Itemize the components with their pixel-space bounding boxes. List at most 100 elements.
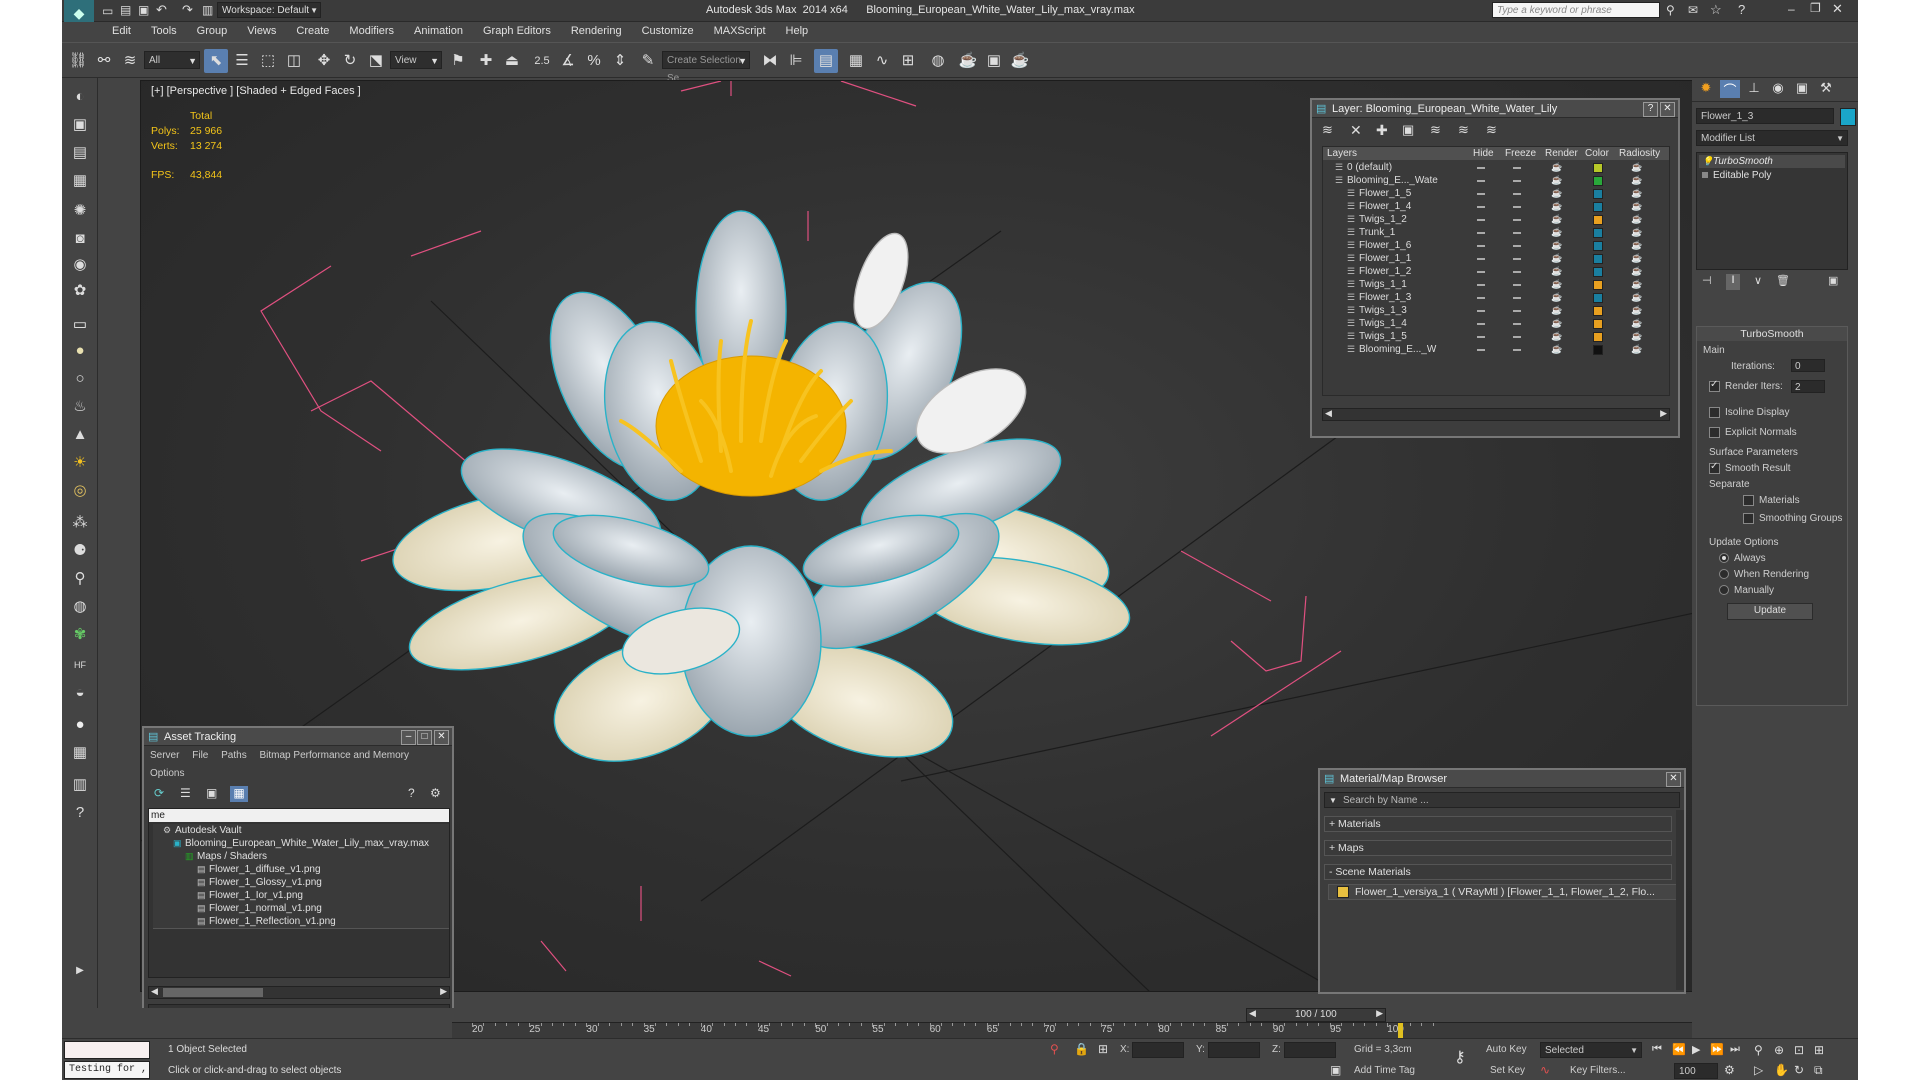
radiosity-icon[interactable]: ☕ [1631,278,1642,291]
layer-color-swatch[interactable] [1593,306,1603,316]
maximize-viewport-icon[interactable]: ⧉ [1814,1063,1823,1078]
go-to-start-icon[interactable]: ⏮ [1652,1043,1662,1056]
modifier-list-dropdown[interactable]: Modifier List ▼ [1696,130,1848,146]
cone-icon[interactable]: ▲ [68,424,92,446]
window-crossing-icon[interactable]: ◫ [282,49,306,73]
help-button[interactable]: ? [1643,102,1658,117]
layer-color-swatch[interactable] [1593,163,1603,173]
render-toggle-icon[interactable]: ☕ [1551,330,1562,343]
layer-color-swatch[interactable] [1593,267,1603,277]
hierarchy-tab-icon[interactable]: ⊥ [1744,80,1764,98]
materials-checkbox[interactable] [1743,495,1754,506]
layer-row[interactable]: ☰ Trunk_1 ☕ ☕ [1323,226,1663,239]
redo-icon[interactable]: ↷ [182,2,193,18]
radiosity-icon[interactable]: ☕ [1631,161,1642,174]
time-config-icon[interactable]: ⚙ [1724,1063,1735,1077]
radiosity-icon[interactable]: ☕ [1631,213,1642,226]
layer-color-swatch[interactable] [1593,332,1603,342]
delete-layer-icon[interactable]: ✕ [1350,122,1362,139]
binoculars-icon[interactable]: ⚲ [1666,3,1675,17]
asset-row[interactable]: ▣ Blooming_European_White_Water_Lily_max_… [153,837,449,851]
hide-toggle[interactable] [1477,258,1485,260]
freeze-toggle[interactable] [1513,245,1521,247]
freeze-toggle[interactable] [1513,310,1521,312]
reference-coordinate-dropdown[interactable]: View ▼ [390,51,442,69]
scene-material-item[interactable]: Flower_1_versiya_1 ( VRayMtl ) [Flower_1… [1328,884,1678,900]
hair-fur-icon[interactable]: HF [68,654,92,676]
col-color[interactable]: Color [1585,147,1609,160]
sphere-icon[interactable]: ● [68,340,92,362]
edit-named-selection-icon[interactable]: ✎ [636,49,660,73]
quick-access-project-icon[interactable]: ▥ [202,3,213,17]
time-slider[interactable]: ◀ 100 / 100 ▶ [1246,1008,1386,1022]
table-view-icon[interactable]: ▦ [230,786,248,802]
help-icon[interactable]: ? [1738,2,1745,17]
time-next-icon[interactable]: ▶ [1376,1008,1383,1019]
asset-menu-bitmap[interactable]: Bitmap Performance and Memory [260,750,410,761]
select-object-icon[interactable]: ⬉ [204,49,228,73]
key-mode-dropdown[interactable]: Selected ▼ [1540,1042,1642,1058]
make-unique-icon[interactable]: ∨ [1754,274,1762,287]
orbit-icon[interactable]: ↻ [1794,1063,1804,1077]
layer-row[interactable]: ☰ Flower_1_2 ☕ ☕ [1323,265,1663,278]
object-color-swatch[interactable] [1840,108,1856,126]
maps-section[interactable]: + Maps [1324,840,1672,856]
layer-color-swatch[interactable] [1593,176,1603,186]
expand-box-icon[interactable] [1702,172,1708,178]
zoom-extents-all-icon[interactable]: ⊞ [1814,1043,1824,1057]
quick-access-open-icon[interactable]: ▤ [120,3,131,17]
hide-toggle[interactable] [1477,206,1485,208]
current-frame-field[interactable]: 100 [1674,1063,1718,1079]
render-production-icon[interactable]: ☕ [1008,49,1032,73]
render-toggle-icon[interactable]: ☕ [1551,291,1562,304]
add-time-tag[interactable]: Add Time Tag [1354,1065,1415,1076]
utilities-tab-icon[interactable]: ⚒ [1816,80,1836,98]
layer-color-swatch[interactable] [1593,241,1603,251]
explicit-normals-checkbox[interactable] [1709,427,1720,438]
dynamics-icon[interactable]: ⚈ [68,540,92,562]
freeze-toggle[interactable] [1513,323,1521,325]
render-toggle-icon[interactable]: ☕ [1551,252,1562,265]
spinner-snap-icon[interactable]: ⇕ [608,49,632,73]
radiosity-icon[interactable]: ☕ [1631,304,1642,317]
scroll-left-icon[interactable]: ◀ [151,986,158,997]
hide-toggle[interactable] [1477,271,1485,273]
menu-rendering[interactable]: Rendering [561,22,632,37]
workspace-dropdown[interactable]: Workspace: Default ▼ [217,2,321,18]
align-icon[interactable]: ⊫ [784,49,808,73]
freeze-toggle[interactable] [1513,271,1521,273]
render-iters-spinner[interactable]: 2 [1791,380,1825,393]
space-warp-icon[interactable]: ⁂ [68,512,92,534]
asset-row[interactable]: ▤ Flower_1_normal_v1.png [153,902,449,916]
bone-icon[interactable]: ⚲ [68,568,92,590]
teapot-icon[interactable]: ♨ [68,396,92,418]
auto-key-button[interactable]: Auto Key [1486,1044,1527,1055]
y-coordinate-field[interactable] [1208,1042,1260,1058]
smooth-result-checkbox[interactable] [1709,461,1720,474]
col-freeze[interactable]: Freeze [1505,147,1536,160]
update-button[interactable]: Update [1727,603,1813,620]
asset-row[interactable]: ▤ Flower_1_Ior_v1.png [153,889,449,903]
zoom-all-icon[interactable]: ⊕ [1774,1043,1784,1057]
layer-row[interactable]: ☰ Flower_1_4 ☕ ☕ [1323,200,1663,213]
time-prev-icon[interactable]: ◀ [1249,1008,1256,1019]
layer-manager-icon[interactable]: ▤ [814,49,838,73]
freeze-toggle[interactable] [1513,336,1521,338]
layers-icon[interactable]: ▤ [68,142,92,164]
menu-views[interactable]: Views [237,22,286,37]
set-key-button[interactable]: Set Key [1490,1065,1525,1076]
viewport-label[interactable]: [+] [Perspective ] [Shaded + Edged Faces… [151,85,361,97]
snaps-toggle-icon[interactable]: 2.5 [530,49,554,73]
z-coordinate-field[interactable] [1284,1042,1336,1058]
asset-list-header[interactable]: me [149,809,449,822]
stack-item-editable-poly[interactable]: Editable Poly [1699,169,1845,182]
motion-tab-icon[interactable]: ◉ [1768,80,1788,98]
x-coordinate-field[interactable] [1132,1042,1184,1058]
render-toggle-icon[interactable]: ☕ [1551,239,1562,252]
particle-icon[interactable]: ✿ [68,280,92,302]
hide-toggle[interactable] [1477,284,1485,286]
freeze-toggle[interactable] [1513,193,1521,195]
minimize-button[interactable]: – [401,730,416,745]
asset-list[interactable]: me ⚙ Autodesk Vault ▣ Blooming_European_Whi… [148,808,450,978]
help-icon[interactable]: ? [408,786,415,800]
